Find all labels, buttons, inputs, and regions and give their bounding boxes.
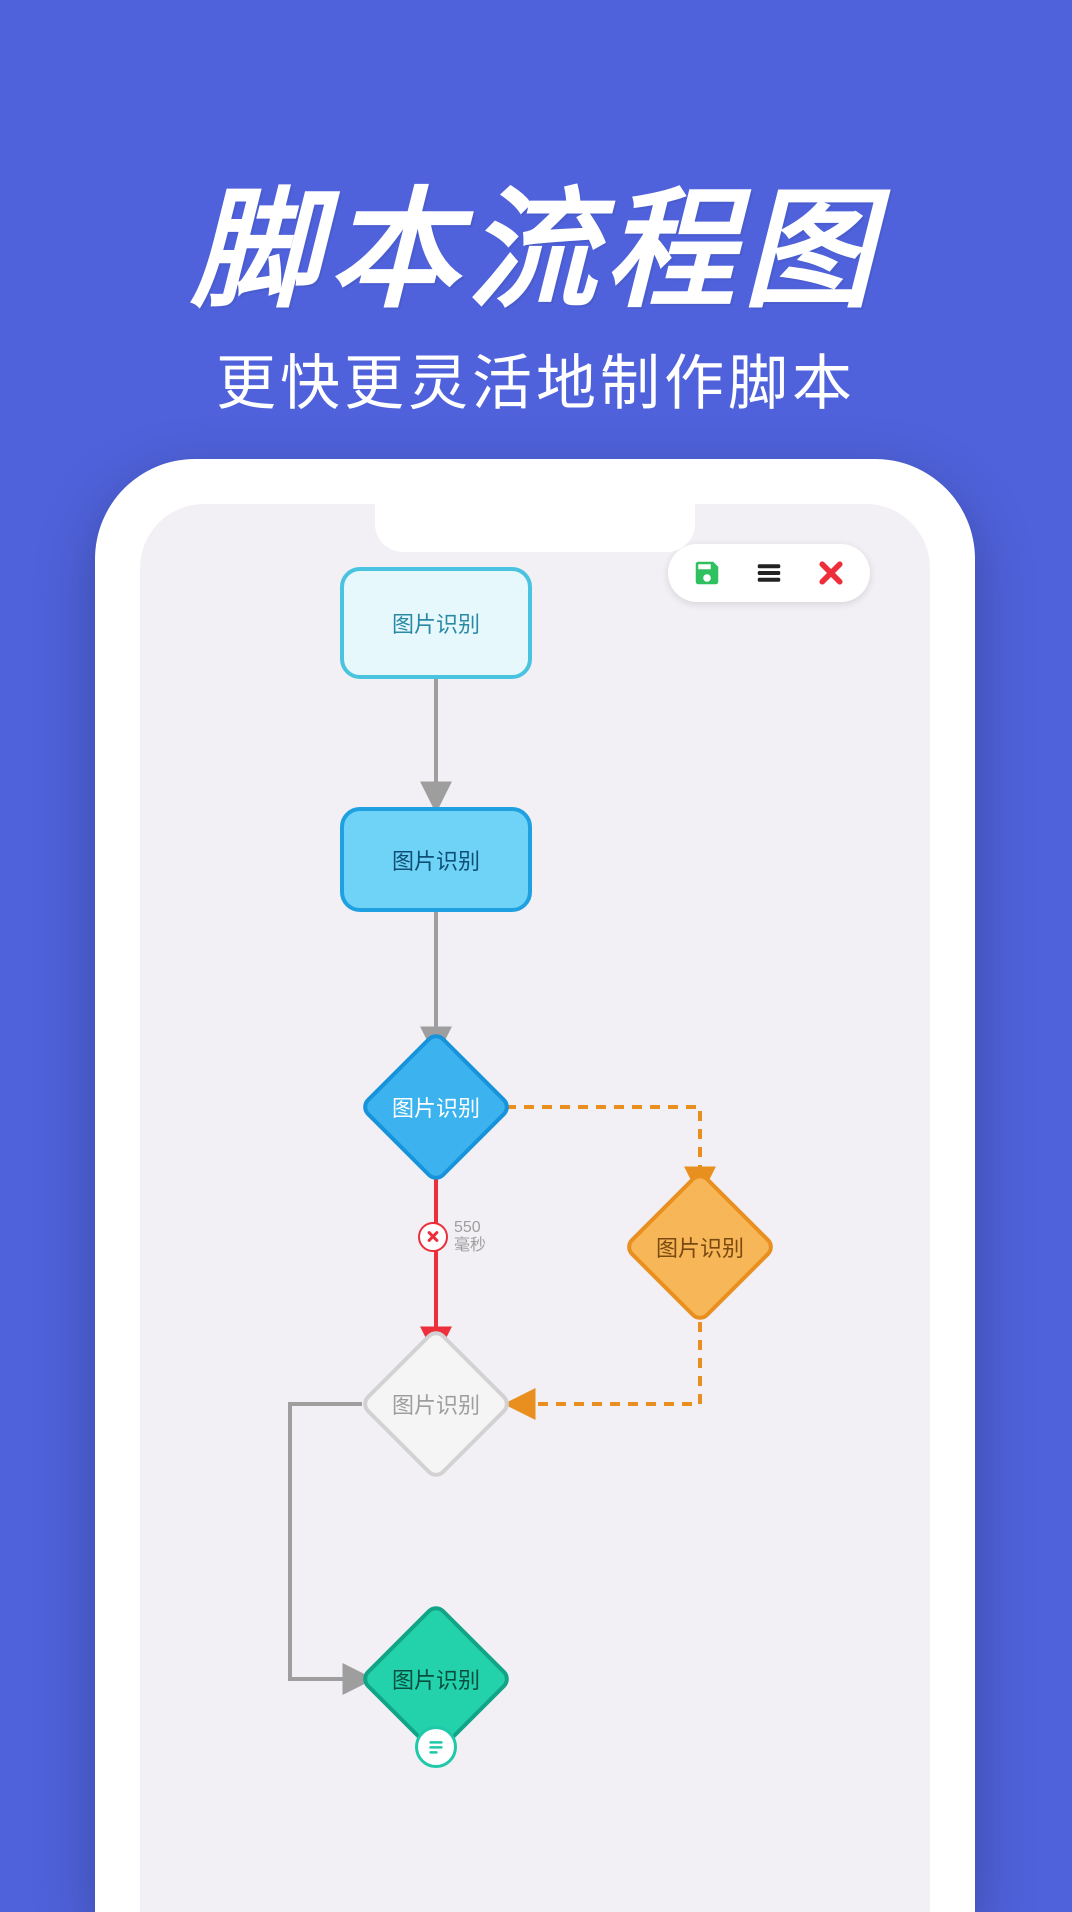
close-button[interactable] xyxy=(814,556,848,590)
flow-node-rect[interactable]: 图片识别 xyxy=(340,807,532,912)
flow-node-decision[interactable]: 图片识别 xyxy=(381,1624,491,1734)
editor-toolbar xyxy=(668,544,870,602)
flow-node-decision[interactable]: 图片识别 xyxy=(381,1052,491,1162)
flow-node-decision[interactable]: 图片识别 xyxy=(645,1192,755,1302)
flowchart-edges xyxy=(140,504,930,1912)
flow-node-label: 图片识别 xyxy=(392,844,480,876)
delay-badge[interactable]: 550 毫秒 xyxy=(418,1219,486,1254)
options-icon xyxy=(426,1737,446,1757)
delay-badge-text: 550 毫秒 xyxy=(454,1219,486,1254)
menu-icon xyxy=(754,558,784,588)
flow-node-label: 图片识别 xyxy=(392,1388,480,1420)
delete-edge-icon[interactable] xyxy=(418,1222,448,1252)
flow-node-label: 图片识别 xyxy=(392,607,480,639)
phone-frame: 图片识别 图片识别 图片识别 图片识别 550 毫秒 xyxy=(95,459,975,1912)
flow-node-label: 图片识别 xyxy=(392,1091,480,1123)
flowchart-canvas[interactable]: 图片识别 图片识别 图片识别 图片识别 550 毫秒 xyxy=(140,504,930,1912)
flow-node-label: 图片识别 xyxy=(656,1231,744,1263)
phone-screen: 图片识别 图片识别 图片识别 图片识别 550 毫秒 xyxy=(140,504,930,1912)
marketing-title: 脚本流程图 xyxy=(0,145,1072,333)
save-button[interactable] xyxy=(690,556,724,590)
node-options-button[interactable] xyxy=(415,1726,457,1768)
flow-node-rect[interactable]: 图片识别 xyxy=(340,567,532,679)
flow-node-decision[interactable]: 图片识别 xyxy=(381,1349,491,1459)
menu-button[interactable] xyxy=(752,556,786,590)
flow-node-label: 图片识别 xyxy=(392,1663,480,1695)
save-icon xyxy=(692,558,722,588)
marketing-subtitle: 更快更灵活地制作脚本 xyxy=(0,335,1072,422)
close-icon xyxy=(816,558,846,588)
phone-notch xyxy=(375,504,695,552)
